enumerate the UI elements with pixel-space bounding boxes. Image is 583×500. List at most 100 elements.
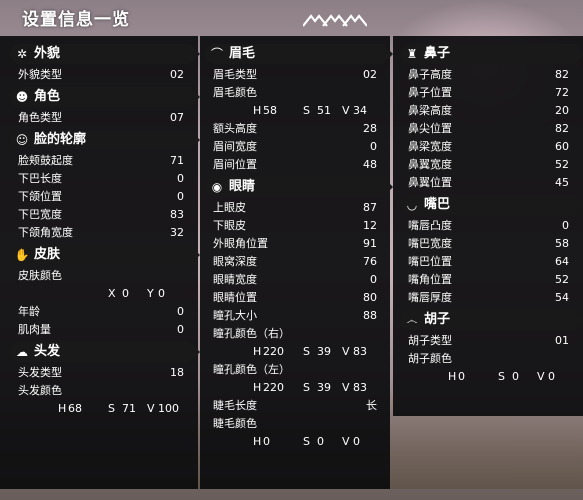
hsv-value: 58 xyxy=(263,104,277,117)
hsv-value: 0 xyxy=(317,435,324,448)
hsv-label: H xyxy=(448,370,457,383)
hsv-label: H xyxy=(253,435,262,448)
hand-icon: ✋ xyxy=(14,248,30,262)
setting-row: 下巴宽度 83 xyxy=(10,206,190,224)
setting-label: 下颌角宽度 xyxy=(18,226,73,239)
hsv-label: H xyxy=(253,345,262,358)
hsv-value: 100 xyxy=(158,402,179,415)
setting-label: 年龄 xyxy=(18,305,40,318)
setting-label: 眉间位置 xyxy=(213,158,257,171)
hsv-value: 0 xyxy=(353,435,360,448)
setting-label: 额头高度 xyxy=(213,122,257,135)
section-title: 角色 xyxy=(34,89,61,104)
setting-label: 眉间宽度 xyxy=(213,140,257,153)
nose-icon: ♜ xyxy=(406,47,418,61)
hsv-label: S xyxy=(303,435,310,448)
xy-label: X xyxy=(108,287,116,300)
setting-label: 嘴巴位置 xyxy=(408,255,452,268)
hsv-value: 0 xyxy=(263,435,270,448)
setting-label: 鼻翼宽度 xyxy=(408,158,452,171)
setting-row: 鼻尖位置 82 xyxy=(400,120,575,138)
setting-label: 下巴长度 xyxy=(18,172,62,185)
setting-value: 0 xyxy=(370,273,377,286)
hair-icon: ☁ xyxy=(16,345,28,359)
section-header: ✋ 皮肤 xyxy=(10,245,200,265)
setting-label: 角色类型 xyxy=(18,111,62,124)
setting-label: 嘴角位置 xyxy=(408,273,452,286)
setting-label: 外貌类型 xyxy=(18,68,62,81)
setting-label: 睫毛颜色 xyxy=(213,417,257,430)
setting-label: 脸颊鼓起度 xyxy=(18,154,73,167)
hsv-label: S xyxy=(303,381,310,394)
setting-row: 鼻翼宽度 52 xyxy=(400,156,575,174)
setting-label: 下巴宽度 xyxy=(18,208,62,221)
setting-value: 0 xyxy=(562,219,569,232)
setting-value: 0 xyxy=(177,172,184,185)
setting-row: 脸颊鼓起度 71 xyxy=(10,152,190,170)
setting-value: 83 xyxy=(170,208,184,221)
setting-label: 眉毛颜色 xyxy=(213,86,257,99)
setting-value: 0 xyxy=(177,323,184,336)
setting-label: 头发颜色 xyxy=(18,384,62,397)
column-nose-mouth: ♜ 鼻子 鼻子高度 82 鼻子位置 72 鼻梁高度 20 鼻尖位置 82 鼻梁宽度 60 鼻翼宽度 52 鼻… xyxy=(400,44,583,389)
setting-row: 瞳孔大小 88 xyxy=(205,307,383,325)
setting-label: 瞳孔颜色（右） xyxy=(213,327,290,340)
hsv-label: V xyxy=(342,104,350,117)
section-title: 嘴巴 xyxy=(424,197,451,212)
section-header: ◡ 嘴巴 xyxy=(400,195,583,215)
hsv-label: H xyxy=(58,402,67,415)
setting-value: 0 xyxy=(177,305,184,318)
setting-row: 鼻子高度 82 xyxy=(400,66,575,84)
setting-label: 鼻尖位置 xyxy=(408,122,452,135)
setting-label: 嘴唇厚度 xyxy=(408,291,452,304)
hsv-value: 51 xyxy=(317,104,331,117)
setting-value: 12 xyxy=(363,219,377,232)
mustache-icon: ෴ xyxy=(406,313,418,327)
setting-label: 鼻子位置 xyxy=(408,86,452,99)
setting-row: 肌肉量 0 xyxy=(10,321,190,339)
setting-label: 眼睛位置 xyxy=(213,291,257,304)
section-header: ☻ 角色 xyxy=(10,87,200,107)
setting-row: 眼睛位置 80 xyxy=(205,289,383,307)
setting-row: 下颌位置 0 xyxy=(10,188,190,206)
setting-value: 52 xyxy=(555,273,569,286)
setting-label: 睫毛长度 xyxy=(213,399,257,412)
setting-row: 鼻翼位置 45 xyxy=(400,174,575,192)
hsv-label: V xyxy=(537,370,545,383)
hsv-row: H 220 S 39 V 83 xyxy=(205,343,383,361)
hsv-value: 71 xyxy=(122,402,136,415)
setting-row: 外眼角位置 91 xyxy=(205,235,383,253)
setting-row: 鼻子位置 72 xyxy=(400,84,575,102)
eyebrow-icon: ⌒ xyxy=(210,47,223,61)
setting-value: 52 xyxy=(555,158,569,171)
setting-label: 鼻子高度 xyxy=(408,68,452,81)
setting-value: 87 xyxy=(363,201,377,214)
setting-label: 头发类型 xyxy=(18,366,62,379)
hsv-value: 0 xyxy=(458,370,465,383)
setting-value: 02 xyxy=(170,68,184,81)
hsv-label: V xyxy=(342,345,350,358)
setting-value: 长 xyxy=(366,399,377,412)
setting-value: 71 xyxy=(170,154,184,167)
setting-row: 角色类型 07 xyxy=(10,109,190,127)
setting-value: 45 xyxy=(555,176,569,189)
setting-label: 下颌位置 xyxy=(18,190,62,203)
section-header: ◉ 眼睛 xyxy=(205,177,393,197)
setting-row: 瞳孔颜色（右） xyxy=(205,325,383,343)
hsv-row: H0S0V0 xyxy=(205,433,383,451)
hsv-value: 68 xyxy=(68,402,82,415)
setting-row: 额头高度 28 xyxy=(205,120,383,138)
hsv-value: 83 xyxy=(353,345,367,358)
hsv-value: 39 xyxy=(317,381,331,394)
xy-label: Y xyxy=(147,287,154,300)
setting-row: 皮肤颜色 xyxy=(10,267,190,285)
setting-label: 外眼角位置 xyxy=(213,237,268,250)
hsv-label: V xyxy=(147,402,155,415)
mouth-icon: ◡ xyxy=(406,198,418,212)
setting-row: 眼睛宽度 0 xyxy=(205,271,383,289)
setting-row: 嘴巴位置 64 xyxy=(400,253,575,271)
setting-label: 皮肤颜色 xyxy=(18,269,62,282)
setting-row: 上眼皮 87 xyxy=(205,199,383,217)
setting-value: 20 xyxy=(555,104,569,117)
setting-value: 60 xyxy=(555,140,569,153)
